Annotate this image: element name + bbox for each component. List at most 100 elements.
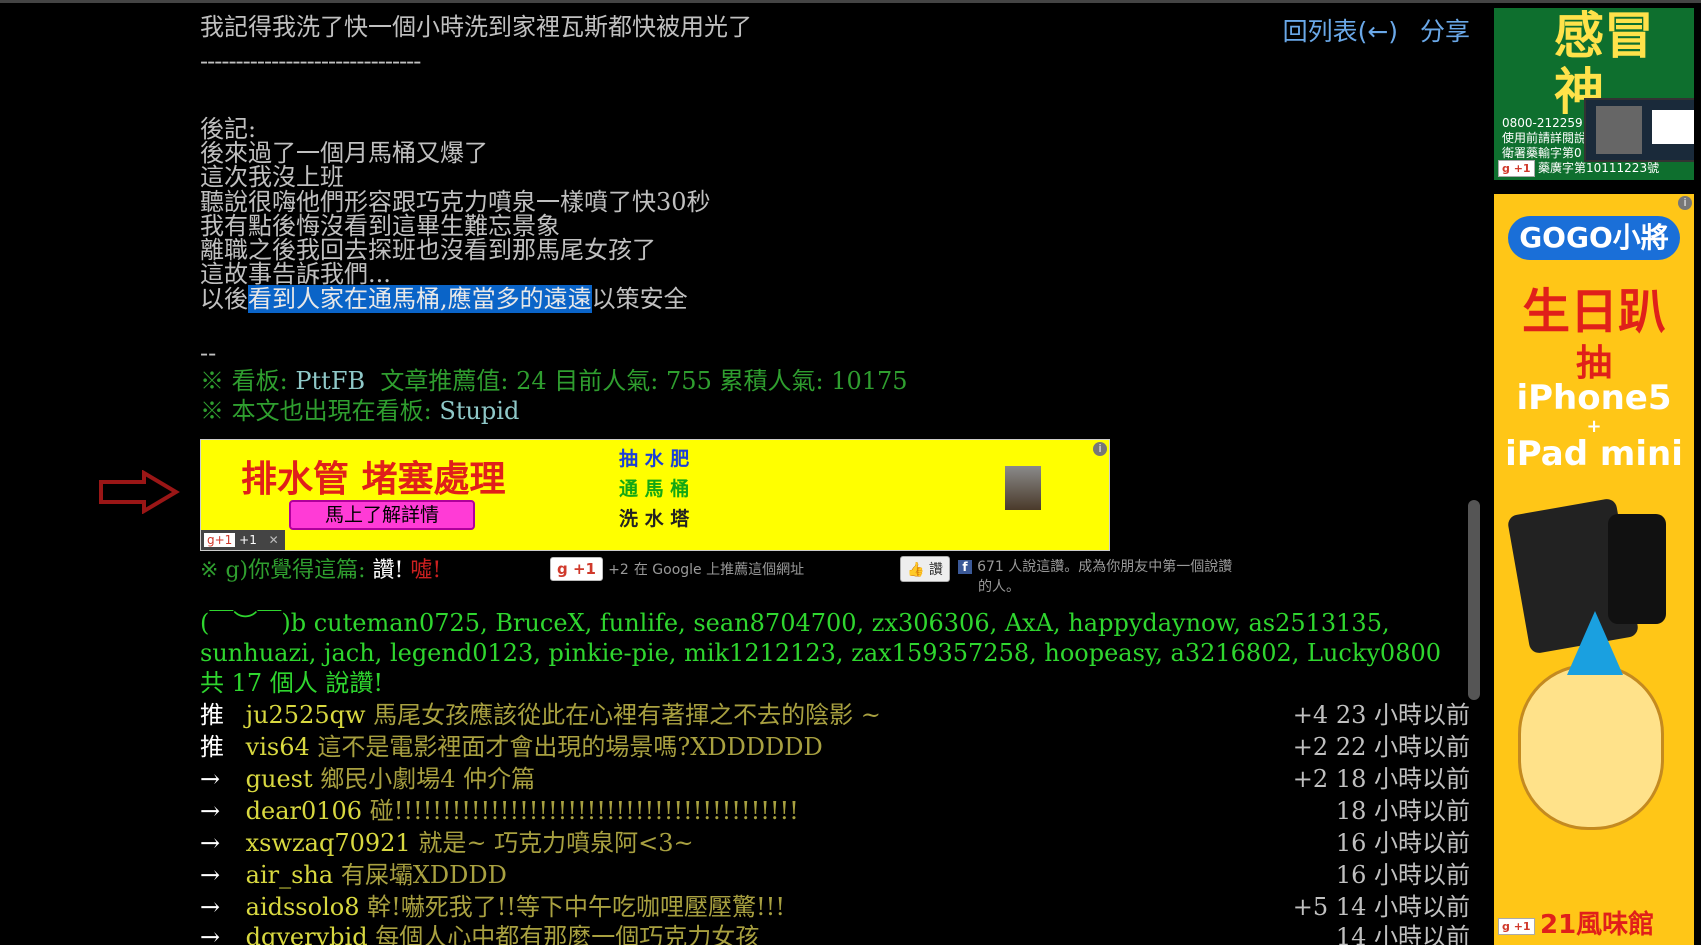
push-tag: → (200, 765, 221, 793)
ad-details-button[interactable]: 馬上了解詳情 (289, 500, 475, 530)
ad-info-icon[interactable]: i (1093, 442, 1107, 456)
push-tag: → (200, 923, 221, 945)
push-meta: 14 小時以前 (1336, 922, 1470, 945)
party-hat (1567, 611, 1623, 675)
push-time: 22 小時以前 (1335, 733, 1470, 761)
push-meta: 16 小時以前 (1336, 860, 1470, 890)
side-ad-birthday[interactable]: GOGO小將 生日趴 抽 iPhone5 + iPad mini 21風味館 i… (1494, 194, 1694, 945)
push-message: 就是~ 巧克力噴泉阿<3~ (418, 829, 694, 857)
score-label: 文章推薦值: (380, 367, 509, 395)
push-time: 14 小時以前 (1335, 893, 1470, 921)
board-name-link[interactable]: PttFB (295, 367, 365, 395)
gplus-icon[interactable]: g +1 (1498, 160, 1535, 177)
thumbs-up-icon: 👍 (907, 562, 925, 578)
facebook-icon: f (958, 560, 972, 574)
push-tag: 推 (200, 733, 224, 761)
push-meta: +2 22 小時以前 (1293, 732, 1470, 762)
push-time: 14 小時以前 (1335, 923, 1470, 945)
birthday-text: 生日趴 (1521, 284, 1666, 340)
article-divider: ------------------------------- (200, 47, 421, 75)
ad-link[interactable]: 洗 水 塔 (619, 504, 689, 534)
push-row: 推 vis64 這不是電影裡面才會出現的場景嗎?XDDDDDD +2 22 小時… (200, 732, 1470, 762)
page-scrollbar[interactable] (1468, 500, 1480, 700)
push-row: → dgverybid 每個人心中都有那麼一個巧克力女孩 14 小時以前 (200, 922, 1470, 945)
fb-text-2: 的人。 (978, 579, 1020, 595)
gplus-icon[interactable]: g +1 (1498, 918, 1535, 935)
fb-text-1: 671 人說這讚。成為你朋友中第一個說讚 (977, 559, 1233, 575)
push-tag: → (200, 829, 221, 857)
also-board-link[interactable]: Stupid (439, 397, 519, 425)
selected-text[interactable]: 看到人家在通馬桶,應當多的遠遠 (248, 285, 592, 313)
current-label: 目前人氣: (554, 367, 659, 395)
likers-line: (￣︶￣)b cuteman0725, BruceX, funlife, sea… (200, 609, 1390, 637)
push-user[interactable]: aidssolo8 (246, 893, 360, 921)
gplus-button[interactable]: g +1 (550, 557, 603, 581)
meta-mark: ※ (200, 397, 224, 425)
push-user[interactable]: ju2525qw (246, 701, 366, 729)
board-label: 看板: (231, 367, 288, 395)
back-to-list-link[interactable]: 回列表(←) (1283, 17, 1398, 46)
current-value: 755 (666, 367, 712, 395)
push-tag: → (200, 861, 221, 889)
push-row: → air_sha 有屎壩XDDDD 16 小時以前 (200, 860, 1470, 890)
fb-like-button[interactable]: 👍 讚 (900, 556, 950, 582)
ad-link[interactable]: 通 馬 桶 (619, 474, 689, 504)
like-prompt-line: ※ g)你覺得這篇: 讚! 噓! (200, 556, 441, 586)
gplus-icon[interactable]: g+1 (204, 533, 236, 547)
push-message: 碰!!!!!!!!!!!!!!!!!!!!!!!!!!!!!!!!!!!!!!!… (369, 797, 799, 825)
fb-like-label: 讚 (928, 562, 943, 578)
close-icon[interactable]: ✕ (269, 533, 279, 547)
push-message: 這不是電影裡面才會出現的場景嗎?XDDDDDD (317, 733, 823, 761)
push-score: +2 (1292, 733, 1329, 761)
board-meta-line: ※ 看板: PttFB 文章推薦值: 24 目前人氣: 755 累積人氣: 10… (200, 366, 908, 396)
push-message: 有屎壩XDDDD (340, 861, 507, 889)
push-row: 推 ju2525qw 馬尾女孩應該從此在心裡有著揮之不去的陰影 ~ +4 23 … (200, 700, 1470, 730)
gplus-label: +1 (572, 560, 596, 578)
side-ad-cold-medicine[interactable]: 感冒神 0800-212259 使用前請詳閱說 衛署藥輸字第0 藥廣字第1011… (1494, 8, 1694, 180)
boo-option[interactable]: 噓! (410, 558, 441, 583)
push-time: 16 小時以前 (1335, 829, 1470, 857)
prize1-text: iPhone5 (1516, 378, 1672, 418)
gplus-widget: g +1 +2 在 Google 上推薦這個網址 (550, 557, 804, 581)
push-user[interactable]: dgverybid (246, 923, 368, 945)
push-message: 鄉民小劇場4 仲介篇 (320, 765, 536, 793)
push-row: → dear0106 碰!!!!!!!!!!!!!!!!!!!!!!!!!!!!… (200, 796, 1470, 826)
side-ad1-video[interactable] (1584, 98, 1694, 162)
push-tag: → (200, 797, 221, 825)
last-line-pre: 以後 (200, 285, 248, 313)
ad-thumbnail[interactable] (1005, 466, 1041, 510)
push-message: 馬尾女孩應該從此在心裡有著揮之不去的陰影 ~ (373, 701, 881, 729)
push-user[interactable]: xswzaq70921 (246, 829, 411, 857)
push-time: 18 小時以前 (1335, 765, 1470, 793)
push-meta: +2 18 小時以前 (1293, 764, 1470, 794)
side-ad2-plus: +1 (1513, 920, 1531, 933)
gplus-text: 在 Google 上推薦這個網址 (633, 562, 805, 578)
white-panel (1652, 110, 1694, 144)
ad-link[interactable]: 抽 水 肥 (619, 444, 689, 474)
push-meta: +4 23 小時以前 (1293, 700, 1470, 730)
meta-mark: ※ (200, 558, 219, 583)
ad-title[interactable]: 排水管 堵塞處理 (241, 450, 506, 502)
signature-dash: -- (200, 339, 217, 367)
share-link[interactable]: 分享 (1420, 17, 1470, 46)
total-label: 累積人氣: (719, 367, 824, 395)
drain-ad-banner[interactable]: 排水管 堵塞處理 馬上了解詳情 抽 水 肥 通 馬 桶 洗 水 塔 i g+1 … (200, 439, 1110, 551)
article-line: 我記得我洗了快一個小時洗到家裡瓦斯都快被用光了 (200, 13, 752, 41)
article-nav: 回列表(←) 分享 (1269, 12, 1470, 48)
like-prompt: g)你覺得這篇: (225, 558, 366, 583)
like-option[interactable]: 讚! (373, 558, 404, 583)
push-user[interactable]: air_sha (246, 861, 334, 889)
push-user[interactable]: dear0106 (246, 797, 362, 825)
last-line-post: 以策安全 (591, 285, 688, 313)
likers-line: sunhuazi, jach, legend0123, pinkie-pie, … (200, 639, 1442, 667)
push-row: → guest 鄉民小劇場4 仲介篇 +2 18 小時以前 (200, 764, 1470, 794)
article-last-line: 以後看到人家在通馬桶,應當多的遠遠以策安全 (200, 284, 688, 314)
push-user[interactable]: guest (246, 765, 313, 793)
gplus-count: +2 (608, 562, 629, 578)
push-time: 18 小時以前 (1335, 797, 1470, 825)
push-user[interactable]: vis64 (246, 733, 310, 761)
ad-footer: g+1 +1 ✕ (201, 530, 285, 550)
mascot-image (1518, 611, 1664, 830)
ad-info-icon[interactable]: i (1678, 196, 1692, 210)
push-meta: +5 14 小時以前 (1293, 892, 1470, 922)
